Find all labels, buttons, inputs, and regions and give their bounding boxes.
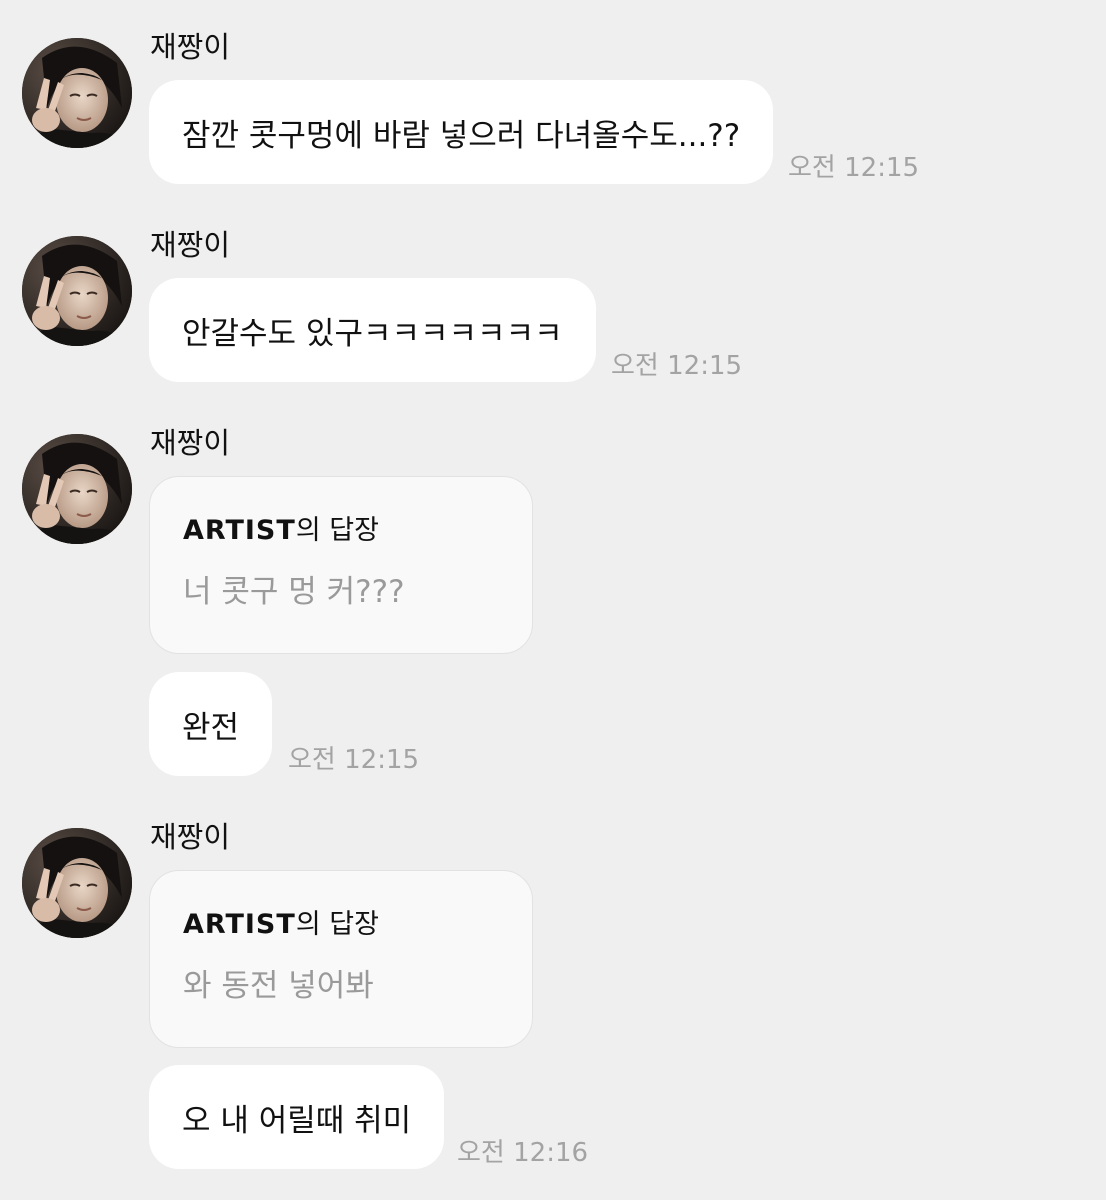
message-text: 완전	[182, 709, 240, 746]
timestamp: 오전 12:15	[788, 153, 920, 183]
message-text: 오 내 어릴때 취미	[182, 1102, 412, 1139]
reply-header: ARTIST의 답장	[183, 513, 500, 549]
reply-suffix: 의 답장	[295, 515, 379, 546]
message-bubble[interactable]: 오 내 어릴때 취미	[149, 1065, 445, 1169]
message-text: 잠깐 콧구멍에 바람 넣으러 다녀올수도...??	[182, 117, 741, 154]
profile-photo	[22, 236, 132, 346]
sender-name: 재짱이	[150, 820, 231, 854]
sender-name: 재짱이	[150, 426, 231, 460]
artist-reply-card[interactable]: ARTIST의 답장 너 콧구 멍 커???	[149, 476, 533, 654]
message-bubble[interactable]: 완전	[149, 672, 273, 776]
sender-name: 재짱이	[150, 228, 231, 262]
profile-photo	[22, 38, 132, 148]
profile-photo	[22, 828, 132, 938]
message-bubble[interactable]: 잠깐 콧구멍에 바람 넣으러 다녀올수도...??	[149, 80, 774, 184]
reply-quoted-text: 너 콧구 멍 커???	[183, 574, 405, 610]
timestamp: 오전 12:15	[288, 745, 420, 775]
avatar[interactable]	[22, 236, 132, 346]
message-bubble[interactable]: 안갈수도 있구ㅋㅋㅋㅋㅋㅋㅋ	[149, 278, 596, 382]
reply-header: ARTIST의 답장	[183, 907, 500, 943]
reply-quoted-text: 와 동전 넣어봐	[183, 968, 374, 1004]
reply-artist-label: ARTIST	[183, 515, 296, 546]
timestamp: 오전 12:16	[457, 1138, 589, 1168]
avatar[interactable]	[22, 434, 132, 544]
sender-name: 재짱이	[150, 30, 231, 64]
message-text: 안갈수도 있구ㅋㅋㅋㅋㅋㅋㅋ	[182, 315, 563, 352]
reply-artist-label: ARTIST	[183, 909, 296, 940]
avatar[interactable]	[22, 828, 132, 938]
reply-suffix: 의 답장	[295, 909, 379, 940]
timestamp: 오전 12:15	[611, 351, 743, 381]
profile-photo	[22, 434, 132, 544]
artist-reply-card[interactable]: ARTIST의 답장 와 동전 넣어봐	[149, 870, 533, 1048]
avatar[interactable]	[22, 38, 132, 148]
